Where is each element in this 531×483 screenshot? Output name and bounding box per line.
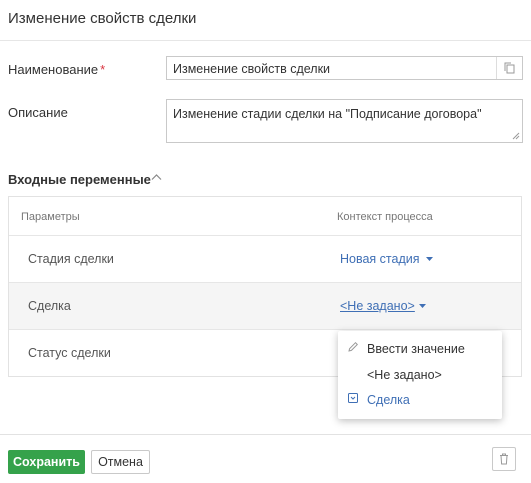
dialog-footer: Сохранить Отмена <box>0 434 531 483</box>
description-value: Изменение стадии сделки на "Подписание д… <box>173 107 482 121</box>
row-name: Сделка <box>28 299 71 313</box>
name-input[interactable]: Изменение свойств сделки <box>166 56 523 80</box>
dropdown-item-label: <Не задано> <box>367 368 442 382</box>
resize-grip-icon[interactable] <box>511 131 520 140</box>
table-row: Сделка <Не задано> <box>9 283 521 330</box>
context-select[interactable]: Новая стадия <box>340 252 420 266</box>
name-label: Наименование * <box>8 62 105 77</box>
dropdown-item-not-set[interactable]: <Не задано> <box>338 364 502 386</box>
table-header: Параметры Контекст процесса <box>9 197 521 236</box>
section-title[interactable]: Входные переменные <box>8 172 162 187</box>
context-dropdown-menu: Ввести значение <Не задано> Сделка <box>338 331 502 419</box>
name-label-text: Наименование <box>8 62 99 77</box>
object-icon <box>348 393 358 403</box>
caret-down-icon[interactable] <box>426 257 433 262</box>
trash-icon <box>500 453 508 465</box>
row-name: Стадия сделки <box>28 252 114 266</box>
required-mark: * <box>100 62 106 77</box>
copy-button[interactable] <box>496 57 522 79</box>
row-name: Статус сделки <box>28 346 111 360</box>
name-input-value: Изменение свойств сделки <box>173 62 331 76</box>
description-textarea[interactable]: Изменение стадии сделки на "Подписание д… <box>166 99 523 143</box>
pencil-icon <box>348 341 359 352</box>
column-header-context: Контекст процесса <box>337 211 433 223</box>
caret-down-icon[interactable] <box>419 304 426 309</box>
dropdown-item-label: Сделка <box>367 393 410 407</box>
context-select[interactable]: <Не задано> <box>340 299 415 313</box>
chevron-up-icon[interactable] <box>151 173 162 181</box>
dropdown-item-deal[interactable]: Сделка <box>338 389 502 411</box>
dropdown-item-label: Ввести значение <box>367 342 465 356</box>
dialog-title: Изменение свойств сделки <box>8 10 197 27</box>
section-title-text: Входные переменные <box>8 172 151 187</box>
copy-icon <box>504 62 515 74</box>
cancel-button[interactable]: Отмена <box>91 450 150 474</box>
save-button[interactable]: Сохранить <box>8 450 85 474</box>
table-row: Стадия сделки Новая стадия <box>9 236 521 283</box>
delete-button[interactable] <box>492 447 516 471</box>
dialog-header: Изменение свойств сделки <box>0 0 531 41</box>
dropdown-item-enter-value[interactable]: Ввести значение <box>338 338 502 360</box>
description-label: Описание <box>8 105 68 120</box>
column-header-params: Параметры <box>21 211 80 223</box>
